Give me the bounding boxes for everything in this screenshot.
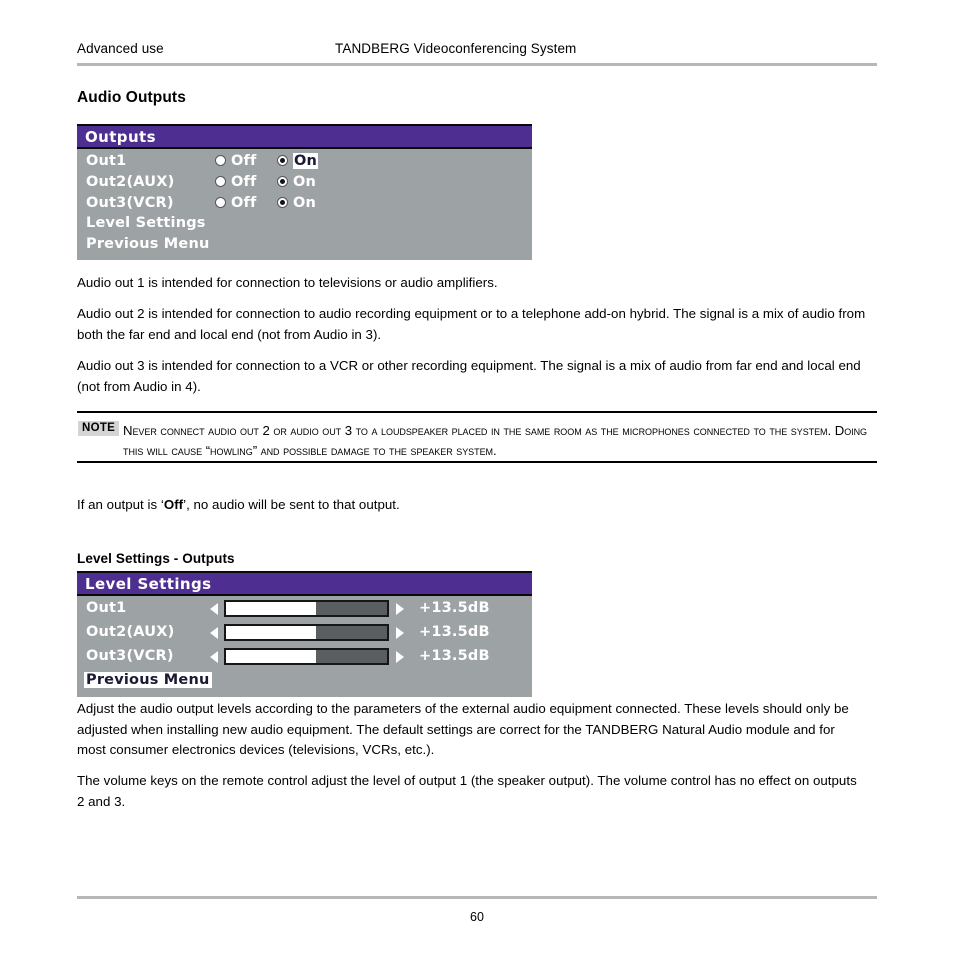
level-out1-value: +13.5dB: [419, 600, 490, 616]
slider-track[interactable]: [224, 624, 389, 641]
arrow-right-icon[interactable]: [396, 651, 404, 663]
level-settings-label: Level Settings: [86, 215, 206, 232]
page-title: Audio Outputs: [77, 89, 186, 106]
level-settings-menu-body: Out1 +13.5dB Out2(AUX) +13.5dB Out3(VCR)…: [77, 596, 532, 697]
level-out1-slider[interactable]: [210, 599, 410, 619]
menu-row-out2[interactable]: Out2(AUX) Off On: [77, 173, 532, 194]
out2-label: Out2(AUX): [86, 173, 175, 190]
out1-off-option[interactable]: Off: [215, 153, 257, 169]
level-out2-value: +13.5dB: [419, 624, 490, 640]
radio-off-icon: [215, 196, 226, 208]
outputs-menu-body: Out1 Off On Out2(AUX) Off On Out3(VCR) O…: [77, 149, 532, 260]
level-out2-label: Out2(AUX): [86, 624, 175, 640]
level-settings-menu-title: Level Settings: [77, 571, 532, 596]
note-label: NOTE: [78, 421, 120, 436]
header-center-text: TANDBERG Videoconferencing System: [335, 41, 577, 56]
paragraph-volume-keys: The volume keys on the remote control ad…: [77, 773, 857, 809]
subsection-title: Level Settings - Outputs: [77, 551, 235, 566]
out1-label: Out1: [86, 153, 127, 169]
slider-track[interactable]: [224, 648, 389, 665]
out3-on-option[interactable]: On: [277, 195, 316, 211]
off-sentence-suffix: ’, no audio will be sent to that output.: [183, 497, 400, 512]
menu-row-out3[interactable]: Out3(VCR) Off On: [77, 194, 532, 215]
out1-on-label: On: [293, 153, 319, 169]
document-page: Advanced use TANDBERG Videoconferencing …: [0, 0, 954, 954]
out2-off-option[interactable]: Off: [215, 174, 257, 190]
level-out2-slider[interactable]: [210, 623, 410, 643]
menu-item-previous-menu[interactable]: Previous Menu: [77, 235, 532, 256]
slider-fill: [226, 650, 317, 663]
level-row-out2[interactable]: Out2(AUX) +13.5dB: [77, 623, 532, 647]
level-row-out3[interactable]: Out3(VCR) +13.5dB: [77, 647, 532, 671]
out3-off-label: Off: [231, 194, 257, 211]
paragraph-audio-out-2: Audio out 2 is intended for connection t…: [77, 306, 866, 342]
radio-on-selected-icon: [277, 196, 288, 208]
arrow-right-icon[interactable]: [396, 603, 404, 615]
level-out1-label: Out1: [86, 600, 127, 616]
slider-track[interactable]: [224, 600, 389, 617]
outputs-menu-panel: Outputs Out1 Off On Out2(AUX) Off On Out…: [77, 124, 532, 260]
menu-row-out1[interactable]: Out1 Off On: [77, 152, 532, 173]
out1-on-option[interactable]: On: [277, 153, 319, 169]
previous-menu-label: Previous Menu: [84, 672, 212, 688]
radio-off-icon: [215, 175, 226, 187]
running-header: Advanced use TANDBERG Videoconferencing …: [77, 41, 877, 63]
paragraph-adjust-levels: Adjust the audio output levels according…: [77, 701, 849, 757]
level-out3-value: +13.5dB: [419, 648, 490, 664]
off-sentence-bold: Off: [163, 497, 184, 512]
note-top-rule: [77, 411, 877, 413]
arrow-left-icon[interactable]: [210, 651, 218, 663]
note-bottom-rule: [77, 461, 877, 463]
out3-off-option[interactable]: Off: [215, 195, 257, 211]
arrow-left-icon[interactable]: [210, 603, 218, 615]
slider-fill: [226, 602, 317, 615]
level-row-out1[interactable]: Out1 +13.5dB: [77, 599, 532, 623]
level-menu-item-previous-menu[interactable]: Previous Menu: [77, 671, 532, 693]
arrow-right-icon[interactable]: [396, 627, 404, 639]
slider-fill: [226, 626, 317, 639]
page-number: 60: [470, 910, 484, 924]
note-text: Never connect audio out 2 or audio out 3…: [123, 423, 868, 458]
menu-item-level-settings[interactable]: Level Settings: [77, 214, 532, 235]
outputs-menu-title: Outputs: [77, 124, 532, 149]
header-divider: [77, 63, 877, 66]
out2-on-label: On: [293, 173, 317, 190]
radio-off-icon: [215, 155, 226, 166]
off-sentence-prefix: If an output is ‘: [77, 497, 164, 512]
out1-off-label: Off: [231, 153, 257, 169]
paragraph-audio-out-1: Audio out 1 is intended for connection t…: [77, 275, 498, 290]
paragraph-off-behaviour: If an output is ‘Off’, no audio will be …: [77, 495, 877, 516]
level-out3-slider[interactable]: [210, 647, 410, 667]
footer-divider: [77, 896, 877, 899]
out3-on-label: On: [293, 194, 317, 211]
level-out3-label: Out3(VCR): [86, 648, 174, 664]
out3-label: Out3(VCR): [86, 194, 174, 211]
note-block: NOTE Never connect audio out 2 or audio …: [77, 411, 877, 463]
arrow-left-icon[interactable]: [210, 627, 218, 639]
paragraph-audio-out-3: Audio out 3 is intended for connection t…: [77, 358, 861, 394]
header-left-text: Advanced use: [77, 41, 164, 56]
radio-on-selected-icon: [277, 155, 288, 166]
radio-on-selected-icon: [277, 175, 288, 187]
previous-menu-label: Previous Menu: [86, 236, 210, 253]
out2-off-label: Off: [231, 173, 257, 190]
level-settings-menu-panel: Level Settings Out1 +13.5dB Out2(AUX) +1…: [77, 571, 532, 697]
out2-on-option[interactable]: On: [277, 174, 316, 190]
